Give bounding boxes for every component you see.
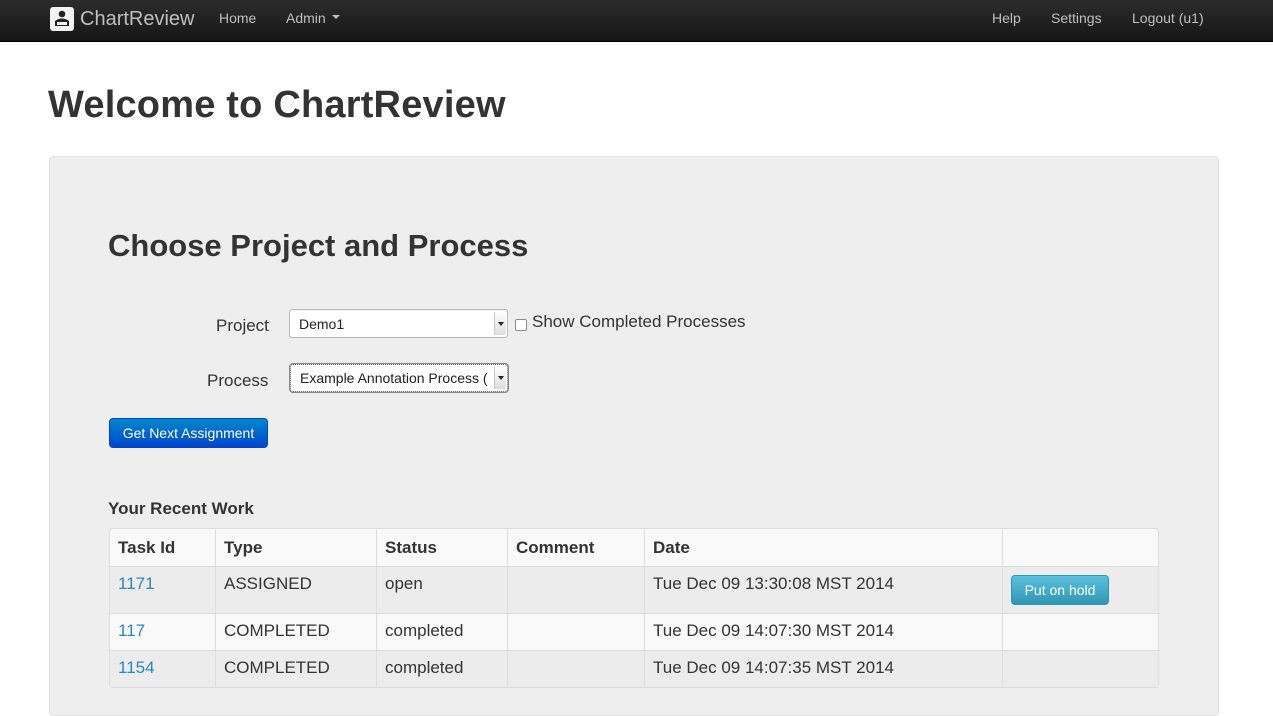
show-completed-checkbox[interactable]	[515, 319, 527, 331]
column-header-task-id: Task Id	[118, 538, 176, 557]
put-on-hold-button[interactable]: Put on hold	[1011, 575, 1109, 605]
dropdown-arrow-icon	[494, 367, 506, 389]
chevron-down-icon	[331, 15, 340, 20]
recent-work-table: Task Id Type Status Comment Date 1171 AS…	[109, 528, 1159, 688]
top-navbar: ChartReview Home Admin Help Settings Log…	[0, 0, 1273, 42]
task-comment	[507, 650, 644, 687]
table-row: 1154 COMPLETED completed Tue Dec 09 14:0…	[110, 650, 1158, 687]
project-select-value: Demo1	[299, 315, 345, 332]
dropdown-arrow-icon	[494, 312, 506, 335]
task-comment	[507, 613, 644, 650]
task-id-link[interactable]: 117	[118, 621, 145, 640]
nav-logout[interactable]: Logout (u1)	[1132, 10, 1204, 26]
show-completed-label: Show Completed Processes	[532, 312, 746, 331]
task-action	[1002, 613, 1158, 650]
brand-link[interactable]: ChartReview	[50, 6, 194, 32]
task-status: completed	[376, 650, 507, 687]
column-header-status: Status	[376, 529, 507, 566]
task-type: ASSIGNED	[215, 566, 376, 613]
project-label: Project	[216, 316, 269, 335]
column-header-action	[1002, 529, 1158, 566]
chartreview-logo-icon	[50, 7, 74, 31]
task-status: completed	[376, 613, 507, 650]
nav-settings[interactable]: Settings	[1051, 10, 1102, 26]
table-row: 1171 ASSIGNED open Tue Dec 09 13:30:08 M…	[110, 566, 1158, 613]
brand-text: ChartReview	[80, 7, 195, 30]
task-id-link[interactable]: 1171	[118, 574, 155, 593]
recent-work-title: Your Recent Work	[108, 499, 254, 518]
page-title: Welcome to ChartReview	[48, 84, 506, 126]
table-row: 117 COMPLETED completed Tue Dec 09 14:07…	[110, 613, 1158, 650]
process-select[interactable]: Example Annotation Process (	[290, 364, 508, 392]
task-date: Tue Dec 09 14:07:30 MST 2014	[644, 613, 1002, 650]
nav-help[interactable]: Help	[992, 10, 1021, 26]
nav-home[interactable]: Home	[219, 10, 256, 26]
process-label: Process	[207, 371, 269, 390]
project-select[interactable]: Demo1	[289, 309, 508, 338]
task-type: COMPLETED	[215, 650, 376, 687]
task-type: COMPLETED	[215, 613, 376, 650]
task-date: Tue Dec 09 14:07:35 MST 2014	[644, 650, 1002, 687]
task-status: open	[376, 566, 507, 613]
column-header-comment: Comment	[507, 529, 644, 566]
task-action	[1002, 650, 1158, 687]
column-header-type: Type	[215, 529, 376, 566]
nav-admin-label: Admin	[286, 10, 326, 26]
column-header-date: Date	[644, 529, 1002, 566]
nav-admin-dropdown[interactable]: Admin	[286, 10, 340, 26]
get-next-assignment-button[interactable]: Get Next Assignment	[109, 418, 268, 448]
section-title: Choose Project and Process	[108, 228, 529, 263]
task-date: Tue Dec 09 13:30:08 MST 2014	[644, 566, 1002, 613]
task-comment	[507, 566, 644, 613]
process-select-value: Example Annotation Process (	[300, 370, 488, 386]
task-id-link[interactable]: 1154	[118, 658, 155, 677]
